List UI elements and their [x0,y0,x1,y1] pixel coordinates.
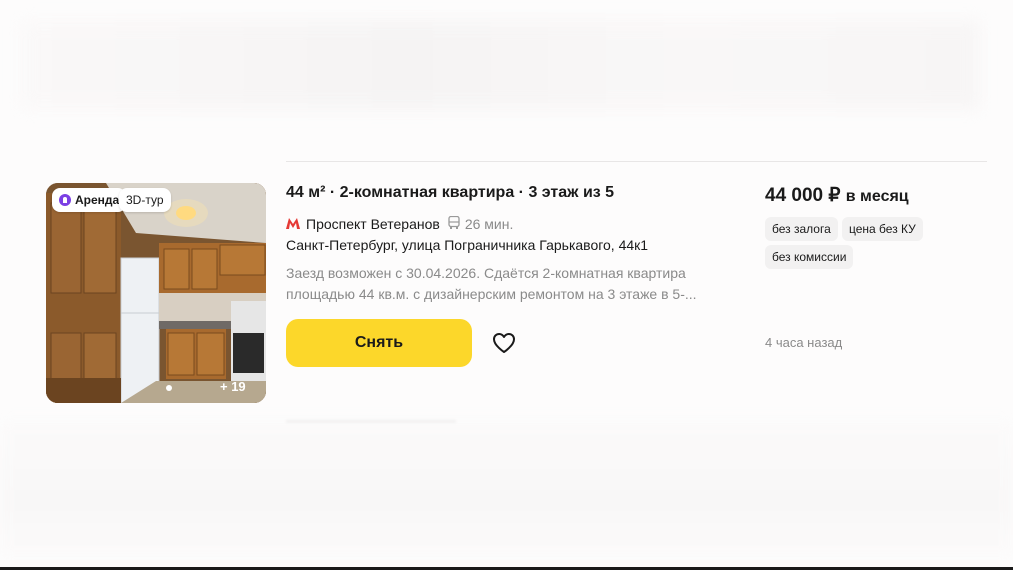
price-amount: 44 000 ₽ [765,185,841,206]
divider [286,161,987,162]
more-photos-count[interactable]: + 19 [220,379,246,394]
blurred-footer-area [0,420,1013,560]
bus-icon [448,215,460,232]
posted-time: 4 часа назад [765,335,843,350]
rent-badge-label: Аренда [75,193,120,207]
metro-travel-time: 26 мин. [464,216,514,232]
rent-button[interactable]: Снять [286,319,472,367]
price-period: в месяц [845,188,909,205]
metro-station: Проспект Ветеранов [306,216,440,232]
listing-title[interactable]: 44 м² · 2-комнатная квартира · 3 этаж из… [286,184,614,202]
blurred-header-area [20,20,980,110]
rent-badge: Аренда [52,188,127,212]
3d-tour-badge[interactable]: 3D-тур [119,188,171,212]
kitchen-photo-illustration [46,183,266,403]
listing-price: 44 000 ₽ в месяц [765,184,909,207]
photo-pagination-dot[interactable] [166,385,172,391]
tag-no-deposit: без залога [765,217,838,241]
listing-photo[interactable] [46,183,266,403]
metro-info: Проспект Ветеранов 26 мин. [286,215,514,232]
listing-description: Заезд возможен с 30.04.2026. Сдаётся 2-к… [286,265,697,302]
listing-address: Санкт-Петербург, улица Пограничника Гарь… [286,237,649,253]
tag-no-commission: без комиссии [765,245,854,269]
heart-icon[interactable] [491,331,517,355]
metro-icon [286,217,300,232]
rent-badge-icon [59,194,71,206]
tag-price-no-utilities: цена без КУ [842,217,923,241]
